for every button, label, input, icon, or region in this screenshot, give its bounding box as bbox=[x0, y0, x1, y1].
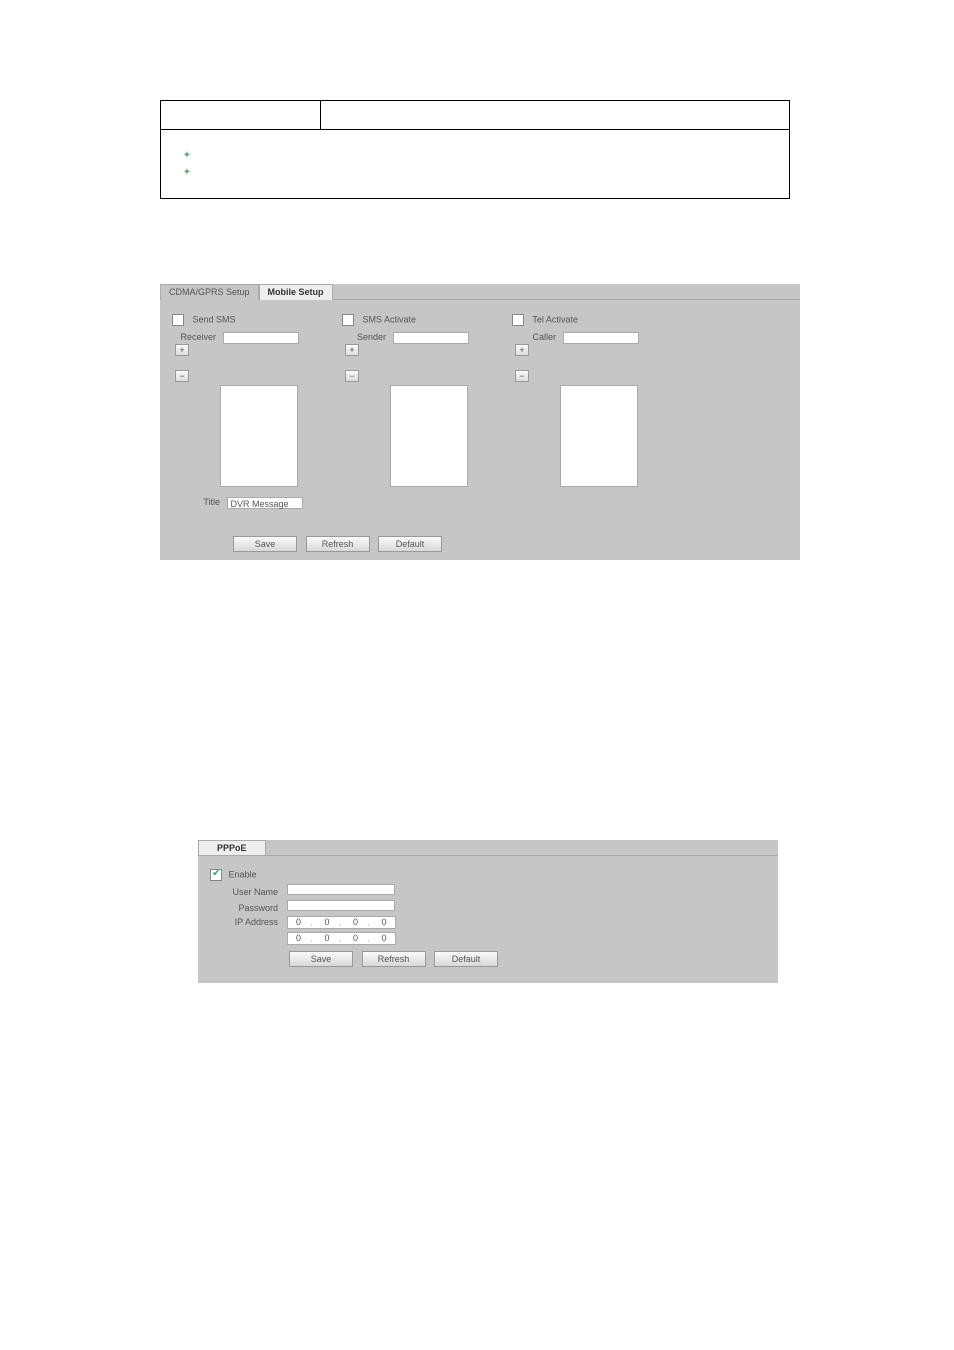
refresh-button[interactable]: Refresh bbox=[306, 536, 370, 552]
param-name-cell bbox=[161, 101, 321, 130]
refresh-button[interactable]: Refresh bbox=[362, 951, 426, 967]
password-input[interactable] bbox=[287, 900, 395, 911]
pppoe-panel: PPPoE Enable User Name Password IP Addre… bbox=[198, 840, 778, 983]
diamond-icon: ✦ bbox=[177, 150, 197, 161]
pppoe-button-row: Save Refresh Default bbox=[286, 951, 766, 967]
tab-pppoe[interactable]: PPPoE bbox=[198, 840, 266, 855]
sender-input[interactable] bbox=[393, 332, 469, 344]
sender-list[interactable] bbox=[390, 385, 468, 487]
group-sms-activate: SMS Activate Sender + − bbox=[342, 314, 482, 489]
sms-activate-label: SMS Activate bbox=[363, 314, 417, 324]
add-button[interactable]: + bbox=[175, 344, 189, 356]
caller-label: Caller bbox=[512, 332, 556, 342]
param-desc-cell bbox=[321, 101, 790, 130]
group-send-sms: Send SMS Receiver + − Title DVR Message bbox=[172, 314, 312, 509]
receiver-list[interactable] bbox=[220, 385, 298, 487]
password-label: Password bbox=[210, 903, 278, 913]
diamond-icon: ✦ bbox=[177, 167, 197, 178]
remove-button[interactable]: − bbox=[515, 370, 529, 382]
send-sms-checkbox[interactable] bbox=[172, 314, 184, 326]
ip-address-2[interactable]: 0. 0. 0. 0 bbox=[287, 932, 397, 945]
enable-checkbox[interactable] bbox=[210, 869, 222, 881]
caller-list[interactable] bbox=[560, 385, 638, 487]
tab-mobile-setup[interactable]: Mobile Setup bbox=[259, 284, 333, 300]
send-sms-label: Send SMS bbox=[193, 314, 236, 324]
remove-button[interactable]: − bbox=[175, 370, 189, 382]
ip-address-1[interactable]: 0. 0. 0. 0 bbox=[287, 916, 397, 929]
username-input[interactable] bbox=[287, 884, 395, 895]
mobile-button-row: Save Refresh Default bbox=[230, 536, 445, 552]
remove-button[interactable]: − bbox=[345, 370, 359, 382]
save-button[interactable]: Save bbox=[233, 536, 297, 552]
add-button[interactable]: + bbox=[345, 344, 359, 356]
username-label: User Name bbox=[210, 887, 278, 897]
tel-activate-label: Tel Activate bbox=[532, 314, 578, 324]
sms-activate-checkbox[interactable] bbox=[342, 314, 354, 326]
enable-label: Enable bbox=[229, 869, 257, 879]
mobile-setup-panel: CDMA/GPRS Setup Mobile Setup Send SMS Re… bbox=[160, 284, 800, 560]
sender-label: Sender bbox=[342, 332, 386, 342]
tel-activate-checkbox[interactable] bbox=[512, 314, 524, 326]
receiver-input[interactable] bbox=[223, 332, 299, 344]
caller-input[interactable] bbox=[563, 332, 639, 344]
receiver-label: Receiver bbox=[172, 332, 216, 342]
default-button[interactable]: Default bbox=[434, 951, 498, 967]
title-label: Title bbox=[180, 497, 220, 507]
ip-label: IP Address bbox=[210, 917, 278, 927]
parameter-table: ✦ ✦ bbox=[160, 100, 790, 199]
save-button[interactable]: Save bbox=[289, 951, 353, 967]
title-input[interactable]: DVR Message bbox=[227, 497, 303, 509]
default-button[interactable]: Default bbox=[378, 536, 442, 552]
add-button[interactable]: + bbox=[515, 344, 529, 356]
group-tel-activate: Tel Activate Caller + − bbox=[512, 314, 652, 489]
tab-cdma-gprs[interactable]: CDMA/GPRS Setup bbox=[160, 284, 259, 300]
notes-cell: ✦ ✦ bbox=[161, 130, 790, 199]
